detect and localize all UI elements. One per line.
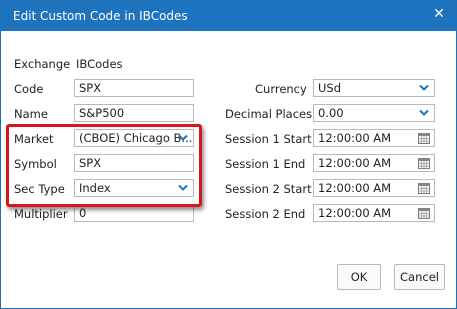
session2-start-time-field[interactable]: 12:00:00 AM [313,179,435,197]
title-bar: Edit Custom Code in IBCodes ✕ [1,1,456,31]
sec-type-select[interactable]: Index [74,179,194,197]
currency-select[interactable]: USd [313,79,435,97]
session2-start-label: Session 2 Start [225,182,312,196]
chevron-down-icon [178,134,188,141]
dialog-title: Edit Custom Code in IBCodes [13,9,188,23]
exchange-label: Exchange [14,57,71,71]
edit-custom-code-dialog: Edit Custom Code in IBCodes ✕ Exchange I… [0,0,457,309]
session2-start-value: 12:00:00 AM [318,181,392,195]
session1-start-value: 12:00:00 AM [318,131,392,145]
close-icon[interactable]: ✕ [432,7,446,21]
calendar-icon[interactable] [418,132,430,144]
market-label: Market [14,132,54,146]
chevron-down-icon [178,184,188,191]
calendar-icon[interactable] [418,182,430,194]
name-label: Name [14,107,48,121]
currency-label: Currency [255,82,307,96]
name-input[interactable]: S&P500 [74,104,194,122]
calendar-icon[interactable] [418,157,430,169]
multiplier-input[interactable]: 0 [74,204,194,222]
market-select[interactable]: (CBOE) Chicago B... [74,129,194,147]
chevron-down-icon [419,84,429,91]
session2-end-label: Session 2 End [225,207,306,221]
sec-type-label: Sec Type [14,182,65,196]
symbol-label: Symbol [14,157,57,171]
ok-button[interactable]: OK [337,264,381,290]
cancel-button[interactable]: Cancel [394,264,445,290]
chevron-down-icon [419,109,429,116]
decimal-places-select-value: 0.00 [318,106,344,120]
multiplier-label: Multiplier [14,207,68,221]
sec-type-select-value: Index [79,181,111,195]
exchange-value: IBCodes [76,57,123,71]
decimal-places-select[interactable]: 0.00 [313,104,435,122]
session1-start-label: Session 1 Start [225,132,312,146]
decimal-places-label: Decimal Places [225,107,313,121]
session1-end-time-field[interactable]: 12:00:00 AM [313,154,435,172]
code-label: Code [14,82,44,96]
calendar-icon[interactable] [418,207,430,219]
currency-select-value: USd [318,81,342,95]
symbol-input[interactable]: SPX [74,154,194,172]
code-input[interactable]: SPX [74,79,194,97]
session2-end-value: 12:00:00 AM [318,206,392,220]
session2-end-time-field[interactable]: 12:00:00 AM [313,204,435,222]
session1-start-time-field[interactable]: 12:00:00 AM [313,129,435,147]
session1-end-value: 12:00:00 AM [318,156,392,170]
market-select-value: (CBOE) Chicago B... [79,131,193,145]
session1-end-label: Session 1 End [225,157,306,171]
